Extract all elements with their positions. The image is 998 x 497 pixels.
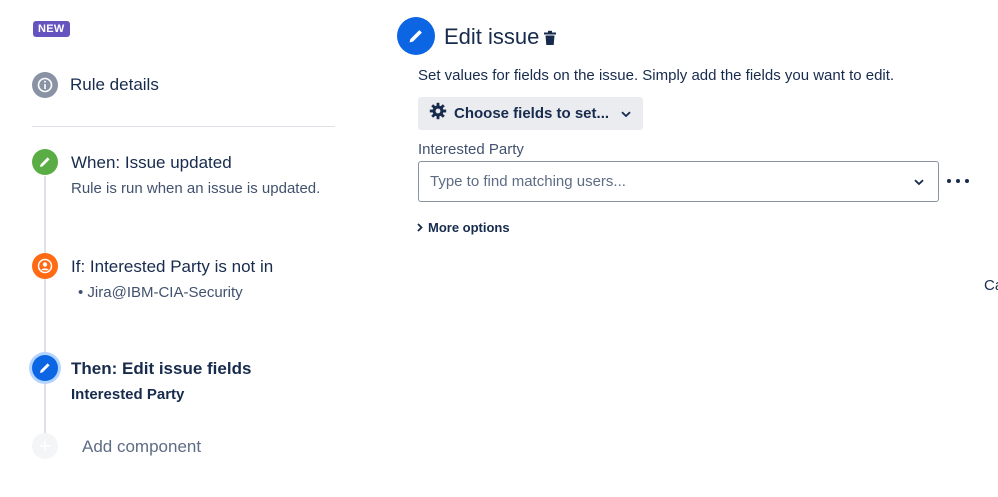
user-search-input[interactable] [428,172,914,191]
step-then-description: Interested Party [71,386,185,403]
step-when-title[interactable]: When: Issue updated [71,153,232,173]
new-badge: NEW [33,21,70,37]
cut-off-button-text[interactable]: Ca [984,277,998,294]
gear-icon [429,102,447,125]
step-then-title[interactable]: Then: Edit issue fields [71,359,251,379]
step-if-value: • Jira@IBM-CIA-Security [78,284,243,301]
step-connector-line [44,176,46,434]
chevron-down-icon [621,105,631,123]
step-when-description: Rule is run when an issue is updated. [71,180,321,197]
choose-fields-label: Choose fields to set... [454,105,610,122]
sidebar-divider [32,126,335,127]
chevron-right-icon [417,220,423,235]
more-options-toggle[interactable]: More options [417,220,510,235]
panel-description: Set values for fields on the issue. Simp… [418,67,895,84]
add-component-button[interactable]: Add component [82,437,201,457]
panel-title: Edit issue [444,24,540,49]
plus-icon[interactable] [32,433,58,459]
pencil-icon [397,17,435,55]
chevron-down-icon[interactable] [914,173,924,191]
pencil-icon[interactable] [32,355,58,381]
more-icon[interactable] [947,171,969,191]
rule-details-link[interactable]: Rule details [70,75,159,95]
pencil-icon[interactable] [32,149,58,175]
user-icon[interactable] [32,253,58,279]
interested-party-label: Interested Party [418,141,524,158]
trash-icon[interactable] [543,30,557,51]
interested-party-field[interactable] [418,161,939,202]
step-if-title[interactable]: If: Interested Party is not in [71,257,273,277]
choose-fields-button[interactable]: Choose fields to set... [418,97,643,130]
info-icon [32,72,58,98]
more-options-label: More options [428,220,510,235]
